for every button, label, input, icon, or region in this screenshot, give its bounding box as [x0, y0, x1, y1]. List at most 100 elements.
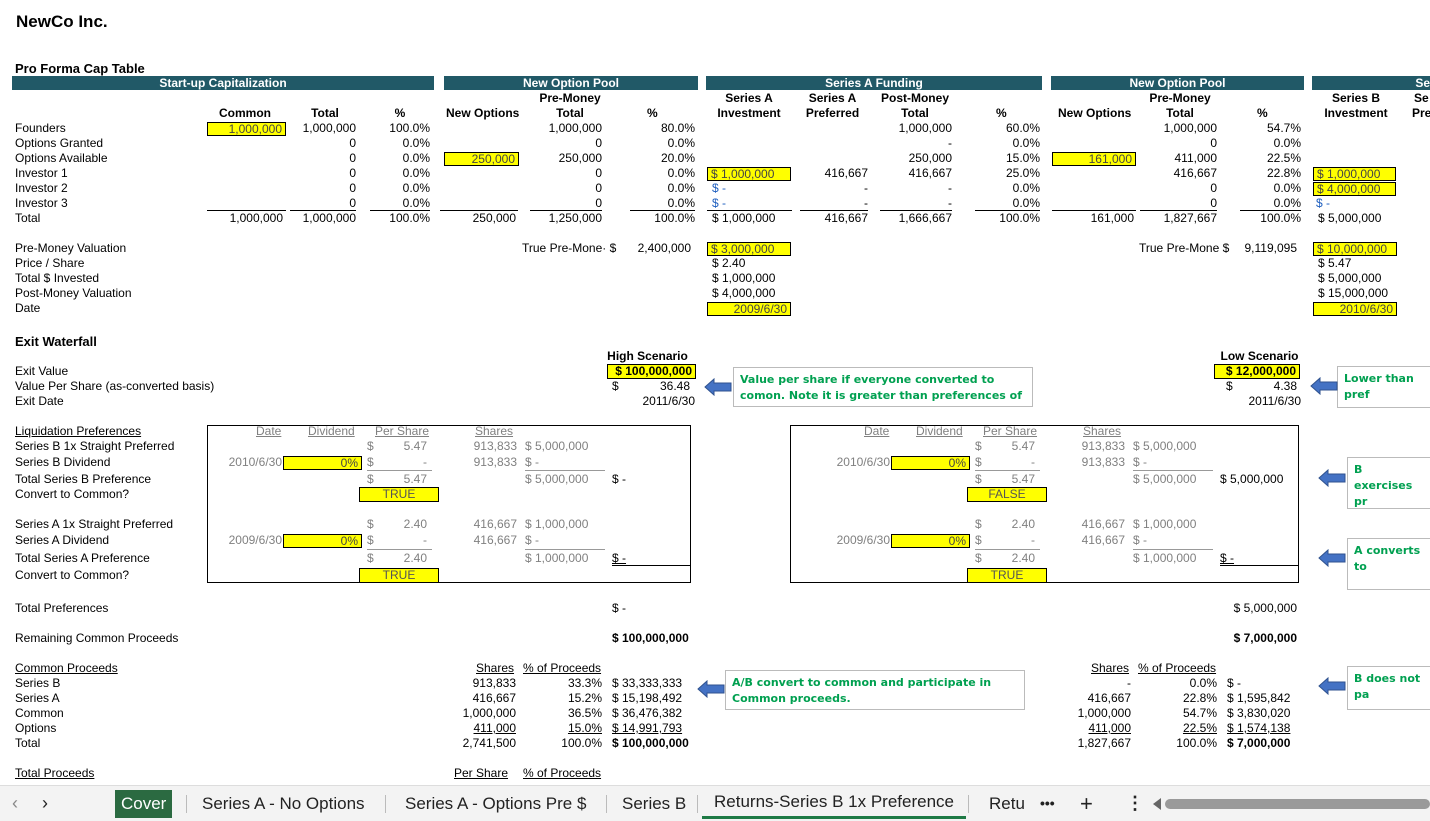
b-per-share: 5.47 — [1011, 439, 1035, 453]
cp-pct: 100.0% — [1176, 736, 1217, 750]
seriesB-input[interactable]: $ 1,000,000 — [1313, 167, 1396, 181]
subtotal-underline — [1133, 470, 1213, 471]
hdr-common: Common — [219, 106, 271, 120]
seriesB-cell[interactable]: $ - — [1316, 196, 1396, 211]
horizontal-scrollbar[interactable] — [1165, 799, 1430, 809]
total-cell: 0 — [349, 136, 356, 150]
valuation-label: Date — [15, 301, 41, 315]
total-cell: 416,667 — [1173, 166, 1217, 180]
pct-cell: 0.0% — [1273, 181, 1301, 195]
total-underline — [440, 210, 518, 211]
a-amount-1: $ 1,000,000 — [525, 517, 589, 531]
cp-shares: 1,827,667 — [1077, 736, 1131, 750]
seriesB-valuation-cell: $ 5.47 — [1318, 256, 1352, 270]
tab-series-a-no-options[interactable]: Series A - No Options — [190, 786, 377, 821]
b-div-ps: - — [423, 455, 427, 469]
a-result: $ - — [612, 551, 627, 565]
cp-shares: 416,667 — [472, 691, 516, 705]
hdr-total-3: Total — [901, 106, 929, 120]
a-total: $ 1,000,000 — [1133, 551, 1197, 565]
b-convert-flag[interactable]: FALSE — [967, 487, 1047, 502]
add-sheet-icon[interactable]: + — [1068, 786, 1105, 821]
b-date: 2010/6/30 — [228, 455, 282, 469]
b-dividend-input[interactable]: 0% — [891, 456, 970, 470]
row-label: Founders — [15, 121, 66, 135]
cp-pct: 33.3% — [567, 676, 602, 690]
preferred-cell: - — [864, 196, 868, 210]
pct-cell: 100.0% — [389, 121, 430, 135]
common-input[interactable]: 1,000,000 — [207, 122, 286, 136]
pct-cell: 0.0% — [1273, 136, 1301, 150]
seriesB-input[interactable]: $ 4,000,000 — [1313, 182, 1396, 196]
cp-shares: 1,000,000 — [1077, 706, 1131, 720]
scroll-right-icon[interactable]: › — [30, 786, 60, 821]
pct-cell: 60.0% — [1005, 121, 1040, 135]
a-convert-flag[interactable]: TRUE — [359, 568, 439, 583]
b-convert-flag[interactable]: TRUE — [359, 487, 439, 502]
cp-pct: 0.0% — [1189, 676, 1217, 690]
tab-series-a-options-pre[interactable]: Series A - Options Pre $ — [393, 786, 598, 821]
cp-hdr-shares: Shares — [476, 661, 515, 675]
liq-hdr-shares: Shares — [1083, 424, 1122, 438]
b-total-ps: 5.47 — [1011, 472, 1035, 486]
b-shares-2: 913,833 — [473, 455, 517, 469]
dollar-sign: $ — [367, 517, 374, 531]
high-vps: 36.48 — [659, 379, 690, 393]
scroll-left-icon[interactable]: ‹ — [0, 786, 30, 821]
pct-cell: 0.0% — [1012, 136, 1040, 150]
subtotal-underline — [525, 549, 605, 550]
investor-cell[interactable]: $ - — [712, 181, 792, 196]
seriesB-valuation-cell[interactable]: 2010/6/30 — [1313, 302, 1397, 316]
investor-cell[interactable]: $ - — [712, 196, 792, 211]
investor1-input[interactable]: $ 1,000,000 — [707, 167, 791, 181]
b-amount-1: $ 5,000,000 — [525, 439, 589, 453]
b-dividend-input[interactable]: 0% — [283, 456, 362, 470]
high-exit-value[interactable]: $ 100,000,000 — [607, 364, 696, 379]
total-cell: 0 — [595, 196, 602, 210]
total-cell: 1,000,000 — [1163, 121, 1217, 135]
pct-cell: 0.0% — [402, 151, 430, 165]
scroll-arrow-icon[interactable] — [1153, 798, 1161, 810]
tp-per-share-hdr: Per Share — [454, 766, 509, 780]
a-convert-flag[interactable]: TRUE — [967, 568, 1047, 583]
tab-returns-series-b[interactable]: Returns-Series B 1x Preference — [702, 784, 966, 819]
cp-amount: $ 1,595,842 — [1227, 691, 1291, 705]
a-total: $ 1,000,000 — [525, 551, 589, 565]
new-options-input[interactable]: 250,000 — [444, 152, 519, 166]
new-options-input[interactable]: 161,000 — [1052, 152, 1136, 166]
hdr-pre-cut: Pre — [1412, 106, 1430, 120]
seriesA-valuation-cell[interactable]: 2009/6/30 — [707, 302, 791, 316]
cp-amount: $ 1,574,138 — [1227, 721, 1291, 735]
common-proceeds-label: Common Proceeds — [15, 661, 118, 675]
options-icon[interactable]: ⋮ — [1114, 786, 1156, 821]
a-per-share: 2.40 — [403, 517, 427, 531]
cp-amount: $ - — [1227, 676, 1242, 690]
pct-cell: 22.5% — [1266, 151, 1301, 165]
total-preferences-label: Total Preferences — [15, 601, 109, 615]
pct-cell: 0.0% — [667, 181, 695, 195]
company-title: NewCo Inc. — [16, 12, 108, 31]
tab-cover[interactable]: Cover — [115, 790, 173, 818]
more-tabs-icon[interactable]: ••• — [1028, 786, 1067, 821]
tab-series-b[interactable]: Series B — [610, 786, 698, 821]
seriesA-valuation-cell: $ 4,000,000 — [712, 286, 776, 300]
a-shares-2: 416,667 — [473, 533, 517, 547]
a-dividend-input[interactable]: 0% — [283, 534, 362, 548]
seriesB-valuation-cell[interactable]: $ 10,000,000 — [1313, 242, 1397, 256]
b-shares-1: 913,833 — [1081, 439, 1125, 453]
low-scenario-title: Low Scenario — [1220, 349, 1299, 363]
arrow-left-icon — [1318, 549, 1346, 567]
cap-table-title: Pro Forma Cap Table — [15, 61, 145, 76]
a-dividend-input[interactable]: 0% — [891, 534, 970, 548]
total-cell: 250,000 — [558, 151, 602, 165]
b-result: $ - — [612, 472, 627, 486]
seriesA-valuation-cell[interactable]: $ 3,000,000 — [707, 242, 791, 256]
liq-label: Total Series B Preference — [15, 472, 152, 486]
total-cell: 0 — [349, 166, 356, 180]
low-exit-value[interactable]: $ 12,000,000 — [1214, 364, 1300, 379]
dollar-sign: $ — [975, 517, 982, 531]
liq-label: Convert to Common? — [15, 487, 130, 501]
total-underline — [1240, 210, 1301, 211]
high-vps-sym: $ — [612, 379, 619, 393]
a-total-ps: 2.40 — [1011, 551, 1035, 565]
